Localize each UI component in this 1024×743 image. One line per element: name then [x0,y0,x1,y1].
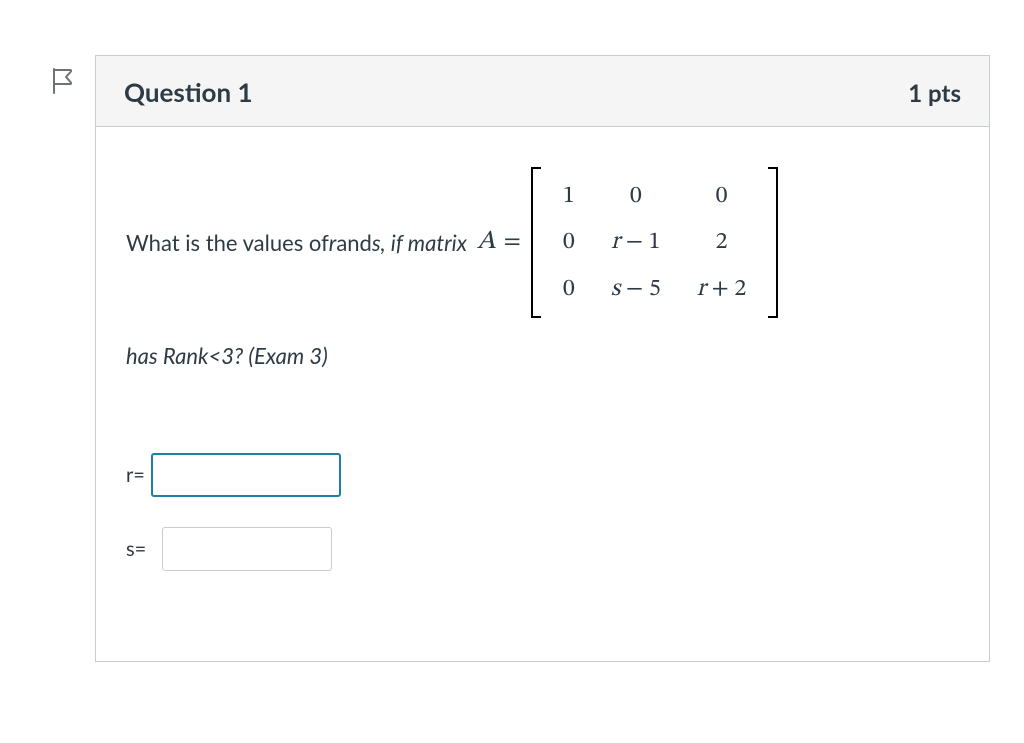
answer-label-r: r= [126,459,145,491]
matrix-A: 1 0 0 0 r − 1 2 0 s − 5 r + 2 [531,167,778,318]
matrix-cell: 0 [545,219,593,265]
matrix-cell: 2 [679,219,765,265]
matrix-name: A [477,222,496,264]
question-card: Question 1 1 pts What is the values of r… [95,55,990,662]
matrix-cell: r + 2 [679,266,765,312]
equals-sign: = [504,223,521,261]
answer-label-s: s= [126,533,146,565]
var-s: s [372,225,381,260]
matrix-table: 1 0 0 0 r − 1 2 0 s − 5 r + 2 [545,173,764,312]
answer-row-s: s= [126,527,959,571]
matrix-row: 1 0 0 [545,173,764,219]
question-body: What is the values of r and s , if matri… [96,127,989,661]
matrix-row: 0 s − 5 r + 2 [545,266,764,312]
prompt-text: What is the values of [126,225,329,260]
question-subline: has Rank<3? (Exam 3) [126,338,959,373]
prompt-and: and [336,225,372,260]
flag-outline-icon[interactable] [50,67,74,95]
matrix-cell: r − 1 [593,219,679,265]
question-title: Question 1 [124,76,253,108]
answer-input-s[interactable] [162,527,332,571]
answer-section: r= s= [126,453,959,571]
answer-row-r: r= [126,453,959,497]
matrix-cell: 1 [545,173,593,219]
matrix-row: 0 r − 1 2 [545,219,764,265]
bracket-right-icon [768,167,778,318]
question-header: Question 1 1 pts [96,56,989,127]
question-points: 1 pts [908,79,961,108]
matrix-expression: A = 1 0 0 0 r − 1 2 [473,167,778,318]
question-prompt: What is the values of r and s , if matri… [126,167,959,318]
bracket-left-icon [531,167,541,318]
prompt-if-matrix: , if matrix [381,225,467,260]
answer-input-r[interactable] [151,453,341,497]
matrix-cell: 0 [593,173,679,219]
matrix-cell: 0 [679,173,765,219]
var-r: r [329,225,337,260]
matrix-cell: s − 5 [593,266,679,312]
matrix-cell: 0 [545,266,593,312]
